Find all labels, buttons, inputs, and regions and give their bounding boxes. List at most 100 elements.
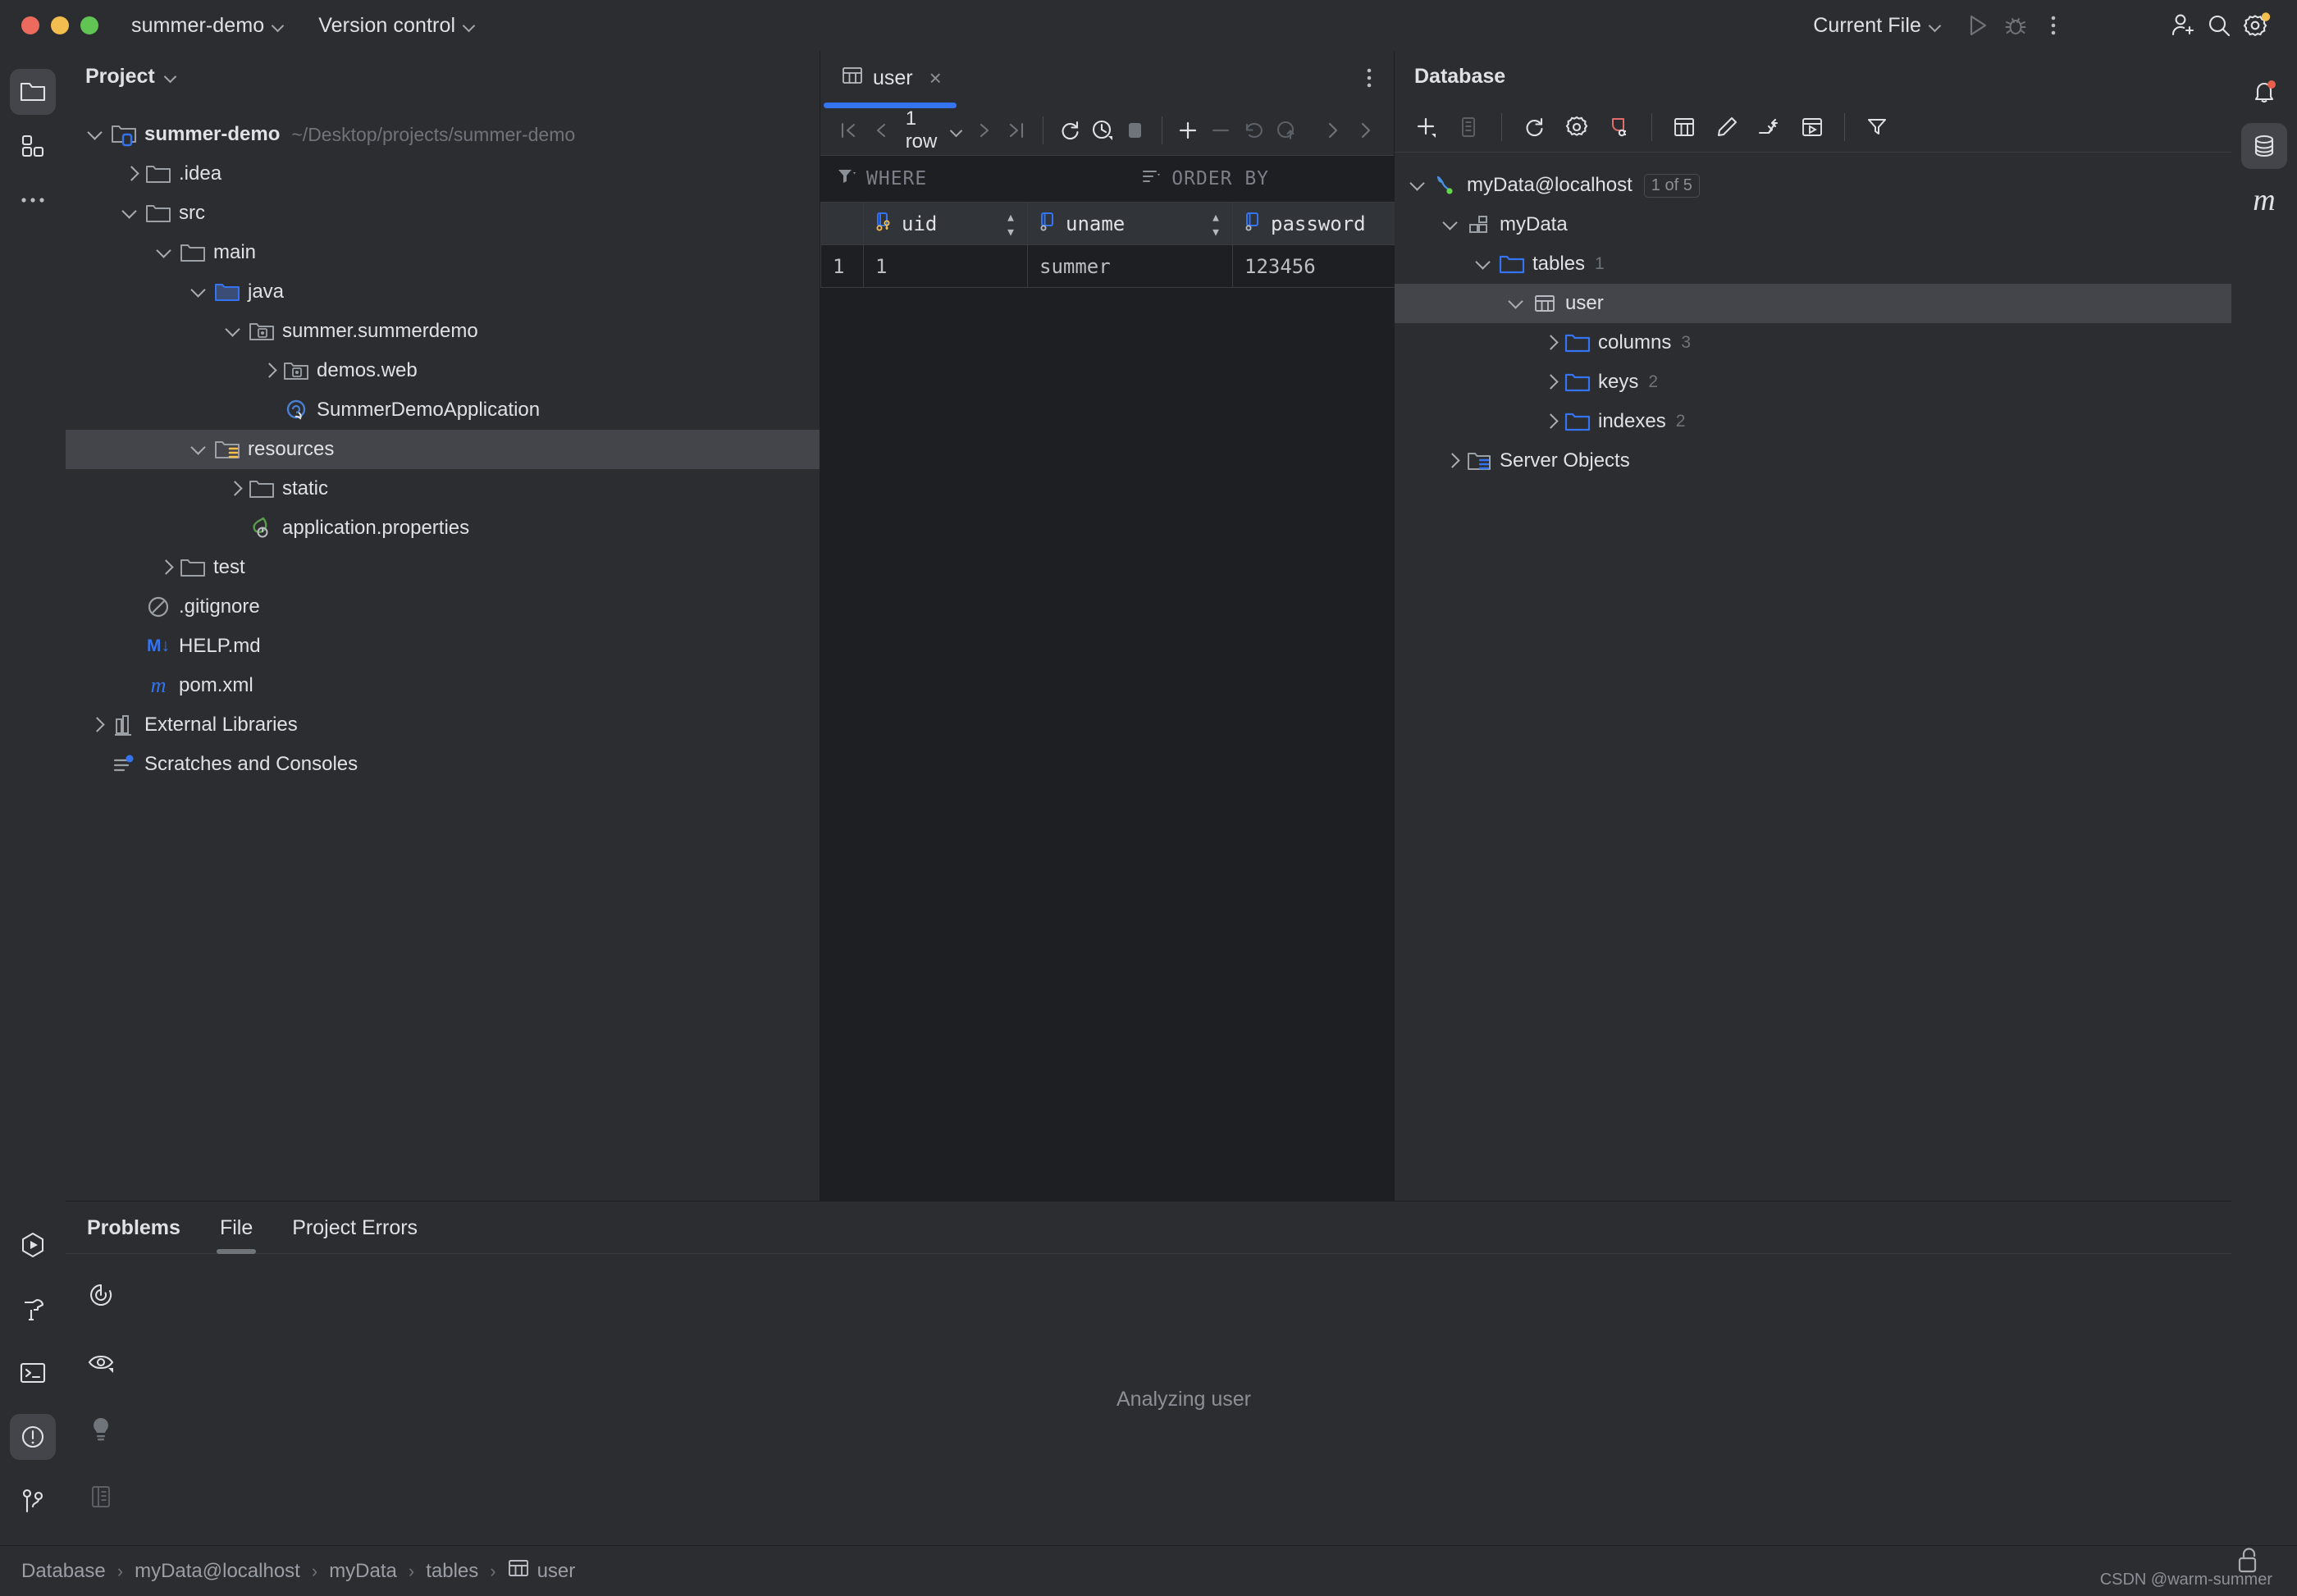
gear-icon[interactable] (1556, 107, 1597, 148)
next-page-icon[interactable] (968, 110, 1001, 151)
filter-icon[interactable] (1856, 107, 1897, 148)
chevron-right-icon[interactable] (223, 477, 248, 501)
chevron-down-icon[interactable] (1506, 291, 1531, 316)
project-tree-item[interactable]: m pom.xml (66, 666, 820, 705)
sidebar-item-project[interactable] (10, 69, 56, 115)
chevron-right-icon[interactable] (85, 713, 110, 737)
more-actions-button[interactable] (2034, 7, 2072, 44)
chevron-down-icon[interactable] (154, 240, 179, 265)
breadcrumb-item[interactable]: myData (329, 1560, 397, 1583)
sidebar-item-run[interactable] (10, 1222, 56, 1268)
prev-page-icon[interactable] (865, 110, 897, 151)
grid-column-header[interactable]: uname ▴ ▾ (1027, 202, 1233, 245)
copy-icon[interactable] (1449, 107, 1490, 148)
chevron-right-icon[interactable] (120, 162, 144, 186)
project-tree-item[interactable]: src (66, 194, 820, 233)
database-tree-item[interactable]: indexes 2 (1395, 402, 2231, 441)
disconnect-icon[interactable] (1599, 107, 1640, 148)
stop-icon[interactable] (1119, 110, 1152, 151)
chevron-down-icon[interactable] (165, 71, 176, 82)
editor-more-options-button[interactable] (1366, 66, 1372, 94)
delete-row-icon[interactable] (1204, 110, 1237, 151)
more-icon[interactable] (1349, 110, 1382, 151)
database-tree-item[interactable]: tables 1 (1395, 244, 2231, 284)
settings-icon[interactable] (2238, 7, 2276, 44)
sidebar-item-notifications[interactable] (2241, 69, 2287, 115)
add-row-icon[interactable] (1171, 110, 1204, 151)
project-tree-item[interactable]: application.properties (66, 508, 820, 548)
project-tree-item[interactable]: static (66, 469, 820, 508)
sidebar-item-database[interactable] (2241, 123, 2287, 169)
sidebar-item-build[interactable] (10, 1286, 56, 1332)
tab-file[interactable]: File (200, 1216, 272, 1254)
chevron-down-icon[interactable] (85, 122, 110, 147)
chevron-down-icon[interactable] (1441, 212, 1465, 237)
run-configuration-selector[interactable]: Current File (1810, 11, 1944, 41)
project-tree-item[interactable]: External Libraries (66, 705, 820, 745)
minimize-window-button[interactable] (51, 16, 69, 34)
breadcrumb-item[interactable]: myData@localhost (135, 1560, 300, 1583)
project-tree-item[interactable]: summer-demo ~/Desktop/projects/summer-dem… (66, 115, 820, 154)
sidebar-item-maven[interactable]: m (2241, 177, 2287, 223)
pencil-icon[interactable] (1706, 107, 1747, 148)
refresh-icon[interactable] (1514, 107, 1555, 148)
rerun-icon[interactable] (78, 1272, 124, 1318)
sidebar-item-problems[interactable] (10, 1414, 56, 1460)
project-tree-item[interactable]: .gitignore (66, 587, 820, 627)
project-tree-item[interactable]: demos.web (66, 351, 820, 390)
chevron-down-icon[interactable] (1408, 173, 1432, 198)
database-tree-item[interactable]: myData (1395, 205, 2231, 244)
database-tree-item[interactable]: columns 3 (1395, 323, 2231, 363)
last-page-icon[interactable] (1000, 110, 1033, 151)
sidebar-item-terminal[interactable] (10, 1350, 56, 1396)
chevron-down-icon[interactable] (223, 319, 248, 344)
reload-icon[interactable] (1053, 110, 1086, 151)
plus-icon[interactable] (1406, 107, 1447, 148)
table-icon[interactable] (1664, 107, 1705, 148)
chevron-down-icon[interactable] (1473, 252, 1498, 276)
database-tree-item[interactable]: keys 2 (1395, 363, 2231, 402)
debug-button[interactable] (1997, 7, 2034, 44)
project-tree-item[interactable]: SummerDemoApplication (66, 390, 820, 430)
breadcrumb-item[interactable]: user (508, 1557, 575, 1585)
preview-panel-icon[interactable] (78, 1474, 124, 1520)
history-icon[interactable] (1086, 110, 1119, 151)
where-filter[interactable]: WHERE (837, 167, 927, 190)
database-tree-item[interactable]: myData@localhost 1 of 5 (1395, 166, 2231, 205)
chevron-down-icon[interactable] (189, 437, 213, 462)
sidebar-item-version-control[interactable] (10, 1478, 56, 1524)
chevron-right-icon[interactable] (154, 555, 179, 580)
revert-icon[interactable] (1237, 110, 1270, 151)
chevron-right-icon[interactable] (1441, 449, 1465, 473)
tab-project-errors[interactable]: Project Errors (272, 1216, 437, 1253)
search-icon[interactable] (2200, 7, 2238, 44)
project-tree-item[interactable]: main (66, 233, 820, 272)
sidebar-item-structure[interactable] (10, 123, 56, 169)
add-user-icon[interactable] (2162, 7, 2200, 44)
database-tree-item[interactable]: Server Objects (1395, 441, 2231, 481)
version-control-widget[interactable]: Version control (315, 11, 478, 41)
project-tree-item[interactable]: .idea (66, 154, 820, 194)
project-tree-item[interactable]: summer.summerdemo (66, 312, 820, 351)
grid-column-header[interactable]: uid ▴ ▾ (863, 202, 1028, 245)
eye-icon[interactable] (78, 1339, 124, 1385)
sort-arrows-icon[interactable]: ▴▾ (1006, 208, 1016, 239)
chevron-right-icon[interactable] (1539, 370, 1564, 394)
run-button[interactable] (1959, 7, 1997, 44)
close-icon[interactable]: × (929, 66, 942, 91)
database-tree-item[interactable]: user (1395, 284, 2231, 323)
chevron-right-icon[interactable] (1539, 409, 1564, 434)
chevron-right-icon[interactable] (1539, 331, 1564, 355)
first-page-icon[interactable] (832, 110, 865, 151)
chevron-down-icon[interactable] (189, 280, 213, 304)
project-tree-item[interactable]: resources (66, 430, 820, 469)
console-icon[interactable] (1792, 107, 1833, 148)
row-count-selector[interactable]: 1 row (897, 107, 968, 153)
lightbulb-icon[interactable] (78, 1407, 124, 1452)
project-selector[interactable]: summer-demo (128, 11, 287, 41)
expand-icon[interactable] (1317, 110, 1349, 151)
submit-icon[interactable] (1270, 110, 1303, 151)
breadcrumb-item[interactable]: Database (21, 1560, 106, 1583)
breadcrumb-item[interactable]: tables (426, 1560, 478, 1583)
order-by-filter[interactable]: ORDER BY (1142, 167, 1269, 190)
